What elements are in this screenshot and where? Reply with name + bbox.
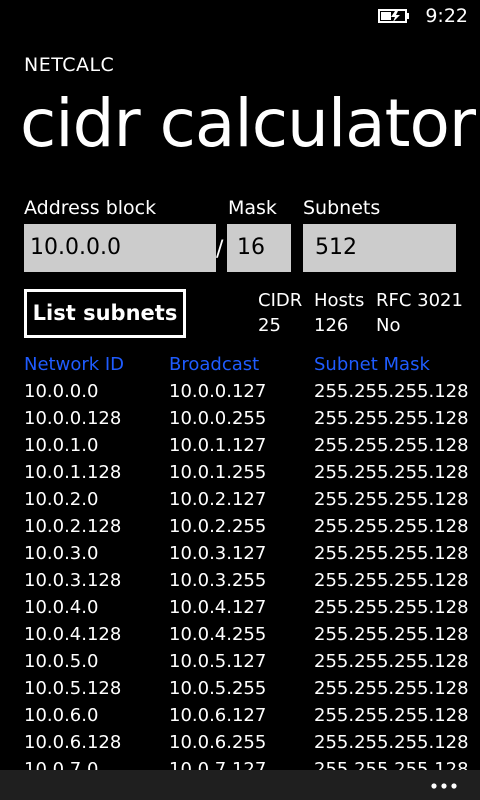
- address-block-input[interactable]: [24, 224, 216, 272]
- table-row[interactable]: 10.0.4.128 10.0.4.255 255.255.255.128: [0, 623, 480, 650]
- battery-charging-icon: [378, 9, 409, 23]
- broadcast-cell: 10.0.4.127: [169, 597, 267, 618]
- column-header-network-id: Network ID: [24, 354, 125, 375]
- subnet-mask-cell: 255.255.255.128: [314, 408, 469, 429]
- subnet-mask-cell: 255.255.255.128: [314, 435, 469, 456]
- network-id-cell: 10.0.1.128: [24, 462, 122, 483]
- subnet-mask-cell: 255.255.255.128: [314, 381, 469, 402]
- table-row[interactable]: 10.0.2.0 10.0.2.127 255.255.255.128: [0, 488, 480, 515]
- mask-input[interactable]: [227, 224, 291, 272]
- network-id-cell: 10.0.1.0: [24, 435, 99, 456]
- network-id-cell: 10.0.5.0: [24, 651, 99, 672]
- network-id-cell: 10.0.6.128: [24, 732, 122, 753]
- subnets-label: Subnets: [303, 197, 381, 219]
- app-bar[interactable]: [0, 770, 480, 800]
- subnet-mask-cell: 255.255.255.128: [314, 705, 469, 726]
- broadcast-cell: 10.0.0.255: [169, 408, 267, 429]
- subnet-mask-cell: 255.255.255.128: [314, 543, 469, 564]
- table-row[interactable]: 10.0.6.0 10.0.6.127 255.255.255.128: [0, 704, 480, 731]
- subnet-mask-cell: 255.255.255.128: [314, 651, 469, 672]
- network-id-cell: 10.0.0.0: [24, 381, 99, 402]
- network-id-cell: 10.0.4.0: [24, 597, 99, 618]
- rfc3021-label: RFC 3021: [376, 290, 463, 311]
- hosts-value: 126: [314, 315, 349, 336]
- broadcast-cell: 10.0.3.255: [169, 570, 267, 591]
- table-row[interactable]: 10.0.0.128 10.0.0.255 255.255.255.128: [0, 407, 480, 434]
- table-row[interactable]: 10.0.3.128 10.0.3.255 255.255.255.128: [0, 569, 480, 596]
- network-id-cell: 10.0.7.0: [24, 759, 99, 770]
- subnet-mask-cell: 255.255.255.128: [314, 516, 469, 537]
- broadcast-cell: 10.0.2.127: [169, 489, 267, 510]
- cidr-label: CIDR: [258, 290, 303, 311]
- subnet-table[interactable]: 10.0.0.0 10.0.0.127 255.255.255.128 10.0.0.…: [0, 380, 480, 770]
- subnets-input[interactable]: [303, 224, 456, 272]
- cidr-value: 25: [258, 315, 281, 336]
- table-row[interactable]: 10.0.1.128 10.0.1.255 255.255.255.128: [0, 461, 480, 488]
- subnet-mask-cell: 255.255.255.128: [314, 597, 469, 618]
- network-id-cell: 10.0.2.128: [24, 516, 122, 537]
- app-name: NETCALC: [24, 54, 115, 76]
- network-id-cell: 10.0.4.128: [24, 624, 122, 645]
- subnet-mask-cell: 255.255.255.128: [314, 759, 469, 770]
- broadcast-cell: 10.0.5.255: [169, 678, 267, 699]
- broadcast-cell: 10.0.6.127: [169, 705, 267, 726]
- network-id-cell: 10.0.3.128: [24, 570, 122, 591]
- table-row[interactable]: 10.0.5.128 10.0.5.255 255.255.255.128: [0, 677, 480, 704]
- table-row[interactable]: 10.0.1.0 10.0.1.127 255.255.255.128: [0, 434, 480, 461]
- subnet-mask-cell: 255.255.255.128: [314, 678, 469, 699]
- subnet-mask-cell: 255.255.255.128: [314, 732, 469, 753]
- table-row[interactable]: 10.0.5.0 10.0.5.127 255.255.255.128: [0, 650, 480, 677]
- broadcast-cell: 10.0.6.255: [169, 732, 267, 753]
- mask-label: Mask: [228, 197, 277, 219]
- rfc3021-value: No: [376, 315, 401, 336]
- table-row[interactable]: 10.0.0.0 10.0.0.127 255.255.255.128: [0, 380, 480, 407]
- table-row[interactable]: 10.0.7.0 10.0.7.127 255.255.255.128: [0, 758, 480, 770]
- hosts-label: Hosts: [314, 290, 365, 311]
- column-header-broadcast: Broadcast: [169, 354, 260, 375]
- table-row[interactable]: 10.0.3.0 10.0.3.127 255.255.255.128: [0, 542, 480, 569]
- table-row[interactable]: 10.0.4.0 10.0.4.127 255.255.255.128: [0, 596, 480, 623]
- network-id-cell: 10.0.2.0: [24, 489, 99, 510]
- broadcast-cell: 10.0.4.255: [169, 624, 267, 645]
- more-icon[interactable]: [430, 782, 458, 790]
- page-title: cidr calculator: [20, 85, 476, 162]
- subnet-mask-cell: 255.255.255.128: [314, 570, 469, 591]
- table-row[interactable]: 10.0.2.128 10.0.2.255 255.255.255.128: [0, 515, 480, 542]
- network-id-cell: 10.0.0.128: [24, 408, 122, 429]
- broadcast-cell: 10.0.2.255: [169, 516, 267, 537]
- network-id-cell: 10.0.6.0: [24, 705, 99, 726]
- broadcast-cell: 10.0.3.127: [169, 543, 267, 564]
- broadcast-cell: 10.0.7.127: [169, 759, 267, 770]
- status-bar: 9:22: [0, 0, 480, 32]
- subnet-mask-cell: 255.255.255.128: [314, 624, 469, 645]
- list-subnets-button[interactable]: List subnets: [24, 289, 186, 338]
- address-block-label: Address block: [24, 197, 157, 219]
- slash-separator: /: [216, 237, 224, 262]
- broadcast-cell: 10.0.0.127: [169, 381, 267, 402]
- status-clock: 9:22: [425, 5, 468, 27]
- broadcast-cell: 10.0.1.127: [169, 435, 267, 456]
- column-header-subnet-mask: Subnet Mask: [314, 354, 430, 375]
- subnet-mask-cell: 255.255.255.128: [314, 462, 469, 483]
- network-id-cell: 10.0.3.0: [24, 543, 99, 564]
- broadcast-cell: 10.0.5.127: [169, 651, 267, 672]
- subnet-mask-cell: 255.255.255.128: [314, 489, 469, 510]
- network-id-cell: 10.0.5.128: [24, 678, 122, 699]
- table-row[interactable]: 10.0.6.128 10.0.6.255 255.255.255.128: [0, 731, 480, 758]
- broadcast-cell: 10.0.1.255: [169, 462, 267, 483]
